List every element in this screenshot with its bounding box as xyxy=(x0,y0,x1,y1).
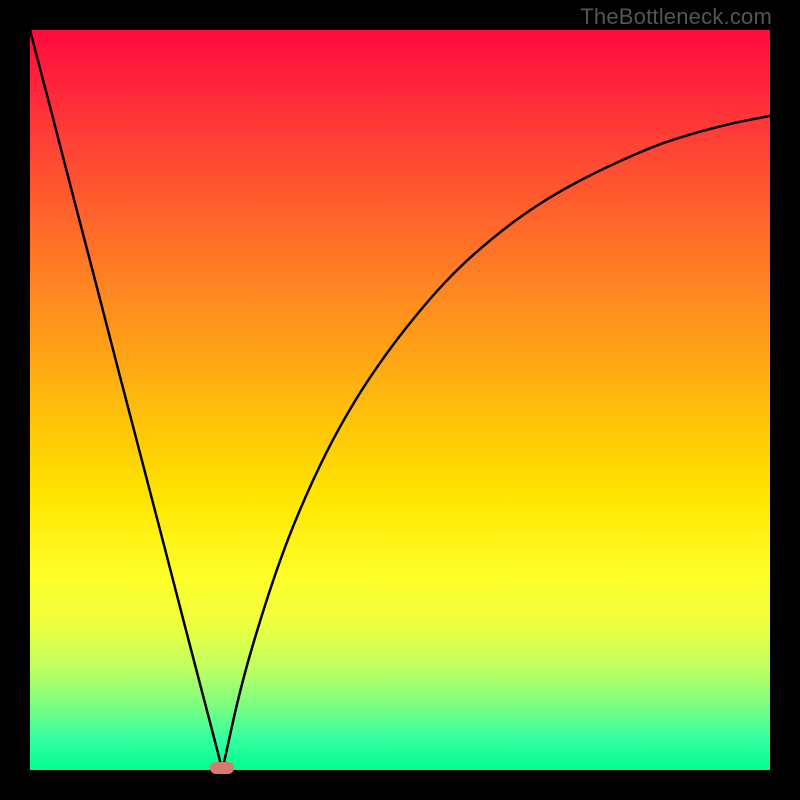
chart-frame: TheBottleneck.com xyxy=(0,0,800,800)
curve-right-branch xyxy=(222,116,770,770)
plot-area xyxy=(30,30,770,770)
minimum-marker xyxy=(210,762,234,774)
curve-left-branch xyxy=(30,30,222,770)
watermark-label: TheBottleneck.com xyxy=(580,4,772,30)
curve-svg xyxy=(30,30,770,770)
